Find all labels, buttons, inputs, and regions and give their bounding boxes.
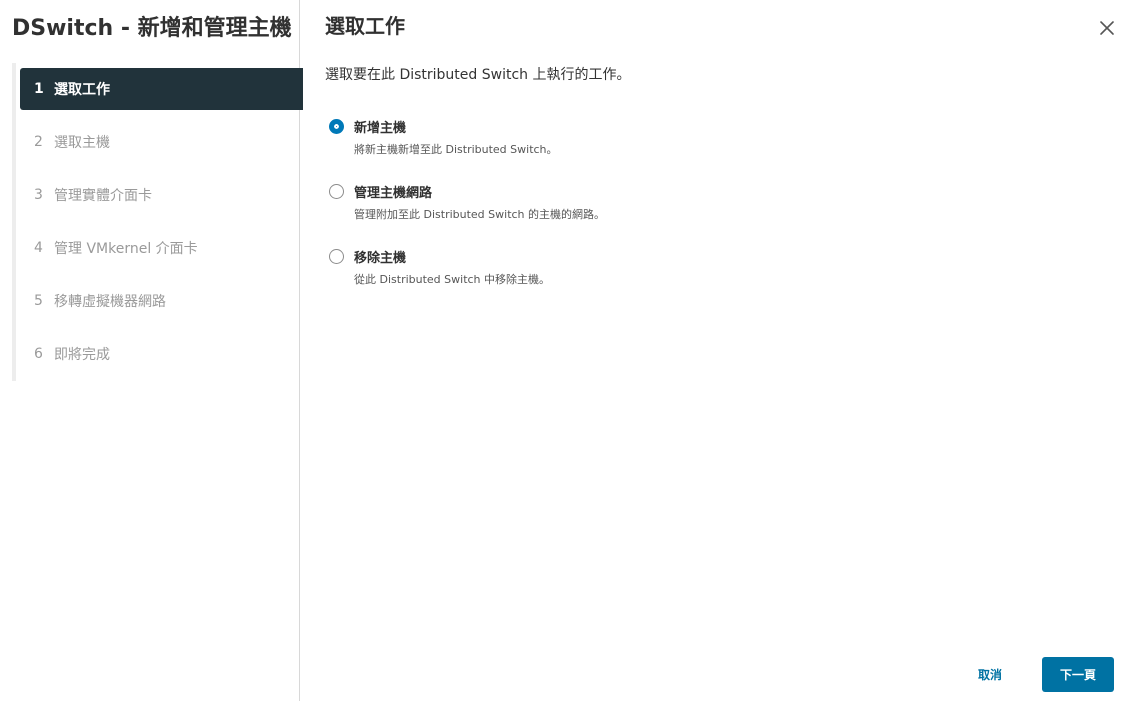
radio-button-selected[interactable] <box>329 119 344 134</box>
step-migrate-vm-networking[interactable]: 5 移轉虛擬機器網路 <box>20 280 303 322</box>
step-label: 移轉虛擬機器網路 <box>54 294 166 310</box>
cancel-button[interactable]: 取消 <box>963 657 1017 692</box>
step-number: 3 <box>34 187 43 203</box>
option-description: 管理附加至此 Distributed Switch 的主機的網路。 <box>354 208 606 221</box>
step-label: 選取主機 <box>54 135 110 151</box>
wizard-content: 選取工作 選取要在此 Distributed Switch 上執行的工作。 新增… <box>300 0 1128 701</box>
radio-button[interactable] <box>329 184 344 199</box>
step-select-task[interactable]: 1 選取工作 <box>20 68 303 110</box>
step-manage-physical-adapters[interactable]: 3 管理實體介面卡 <box>20 174 303 216</box>
step-manage-vmkernel-adapters[interactable]: 4 管理 VMkernel 介面卡 <box>20 227 303 269</box>
option-add-hosts[interactable]: 新增主機 將新主機新增至此 Distributed Switch。 <box>329 117 829 161</box>
radio-button[interactable] <box>329 249 344 264</box>
step-label: 即將完成 <box>54 347 110 363</box>
option-remove-hosts[interactable]: 移除主機 從此 Distributed Switch 中移除主機。 <box>329 247 829 291</box>
step-number: 2 <box>34 134 43 150</box>
step-label: 選取工作 <box>54 82 110 98</box>
option-label: 移除主機 <box>354 251 407 266</box>
step-number: 5 <box>34 293 43 309</box>
step-label: 管理 VMkernel 介面卡 <box>54 241 198 257</box>
option-label: 新增主機 <box>354 121 407 136</box>
option-description: 從此 Distributed Switch 中移除主機。 <box>354 273 551 286</box>
step-number: 6 <box>34 346 43 362</box>
option-label: 管理主機網路 <box>354 186 433 201</box>
step-number: 4 <box>34 240 43 256</box>
option-manage-host-networking[interactable]: 管理主機網路 管理附加至此 Distributed Switch 的主機的網路。 <box>329 182 829 226</box>
next-button[interactable]: 下一頁 <box>1042 657 1114 692</box>
option-description: 將新主機新增至此 Distributed Switch。 <box>354 143 558 156</box>
step-number: 1 <box>34 81 44 97</box>
step-select-hosts[interactable]: 2 選取主機 <box>20 121 303 163</box>
page-title: 選取工作 <box>325 14 405 38</box>
wizard-sidebar: DSwitch - 新增和管理主機 1 選取工作 2 選取主機 3 管理實體介面… <box>0 0 303 701</box>
close-icon-graphic <box>1100 21 1114 35</box>
step-list: 1 選取工作 2 選取主機 3 管理實體介面卡 4 管理 VMkernel 介面… <box>12 63 303 381</box>
step-ready-to-complete[interactable]: 6 即將完成 <box>20 333 303 375</box>
instruction-text: 選取要在此 Distributed Switch 上執行的工作。 <box>325 67 631 83</box>
close-icon[interactable] <box>1097 18 1117 38</box>
step-label: 管理實體介面卡 <box>54 188 152 204</box>
wizard-title: DSwitch - 新增和管理主機 <box>12 16 292 41</box>
